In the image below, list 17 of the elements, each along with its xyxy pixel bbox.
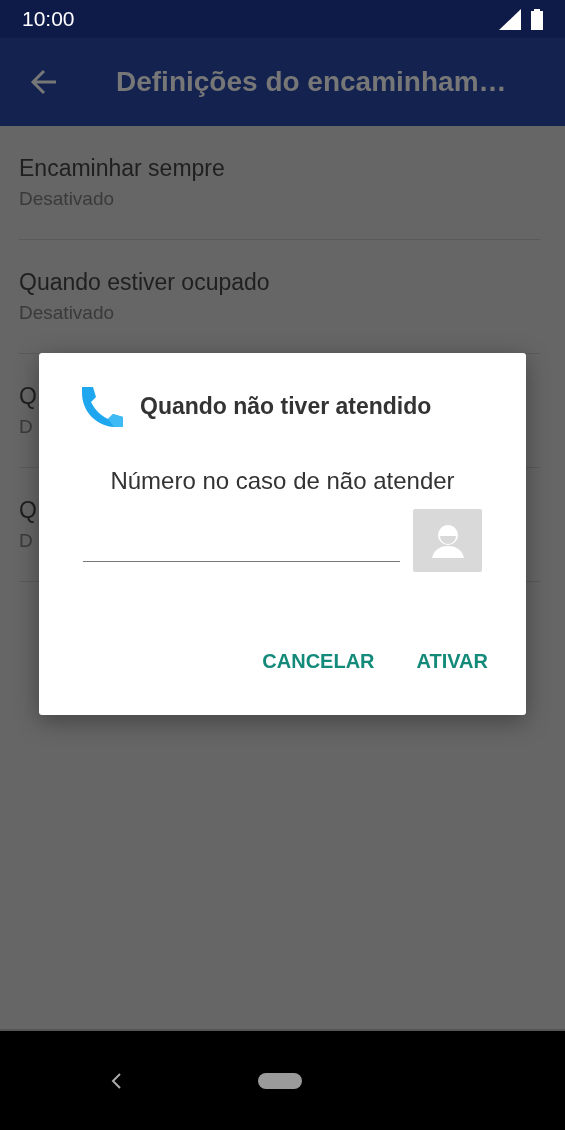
dialog-message: Número no caso de não atender [110,467,455,495]
phone-icon [80,385,124,427]
back-arrow-icon[interactable] [30,69,58,95]
home-button[interactable] [258,1072,302,1089]
person-icon [430,523,465,558]
setting-title[interactable]: Q [19,383,37,410]
back-icon[interactable] [110,1071,122,1090]
setting-title[interactable]: Q [19,497,37,524]
screen-title: Definições do encaminham… [116,66,507,98]
status-time: 10:00 [22,7,75,31]
dialog-button[interactable]: ATIVAR [402,642,502,681]
dialog-title: Quando não tiver atendido [140,392,432,420]
battery-icon [531,8,543,30]
dialog-button[interactable]: CANCELAR [248,642,389,681]
signal-icon [499,8,521,30]
setting-title[interactable]: Quando estiver ocupado [19,269,270,296]
setting-title[interactable]: Encaminhar sempre [19,155,225,182]
